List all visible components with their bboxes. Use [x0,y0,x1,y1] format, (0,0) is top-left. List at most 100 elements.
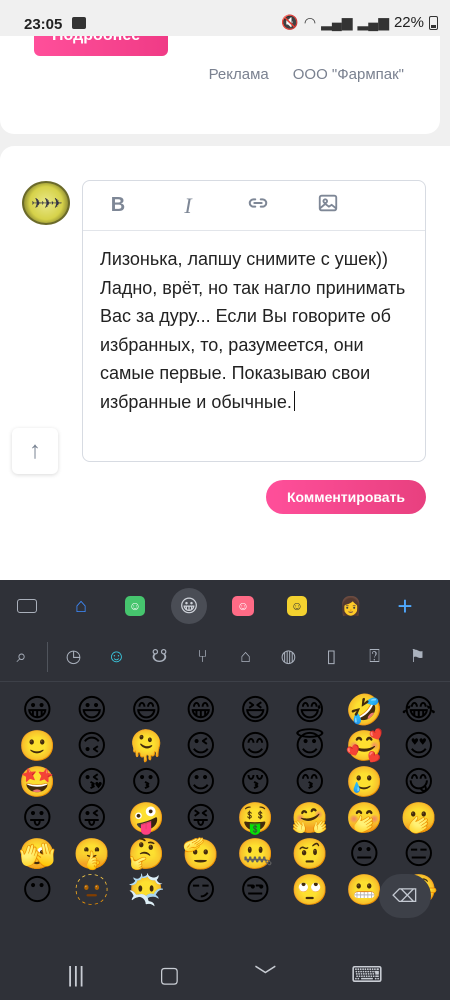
backspace-button[interactable]: ⌫ [379,874,431,918]
animals-icon[interactable]: ☋ [138,646,181,667]
keypad-button[interactable] [0,580,54,632]
sticker-tab-3[interactable]: ☺ [270,580,324,632]
emoji-key[interactable]: 🙃 [65,728,120,764]
emoji-key[interactable]: 🙂 [10,728,65,764]
emoji-key[interactable]: 🤔 [119,836,174,872]
emoji-key[interactable]: 🫡 [174,836,229,872]
emoji-key[interactable]: 😉 [174,728,229,764]
emoji-key[interactable]: 😐 [337,836,392,872]
emoji-key[interactable]: 🫥 [65,872,120,908]
editor-toolbar: B I [83,181,425,231]
emoji-key[interactable]: 🫣 [10,836,65,872]
smileys-icon[interactable]: ☺ [95,646,138,667]
emoji-key[interactable]: 🙄 [283,872,338,908]
emoji-key[interactable]: 😄 [119,692,174,728]
sticker-tab-4[interactable]: 👩 [324,580,378,632]
emoji-key[interactable]: 😀 [10,692,65,728]
emoji-key[interactable]: 😏 [174,872,229,908]
add-button[interactable]: + [378,580,432,632]
sticker-tab-2[interactable]: ☺ [216,580,270,632]
emoji-key[interactable]: 🥰 [337,728,392,764]
image-button[interactable] [293,192,363,220]
emoji-grid: 😀 😃 😄 😁 😆 😅 🤣 😂 🙂 🙃 🫠 😉 😊 😇 🥰 😍 🤩 😘 😗 ☺ 😚 😙 🥲 😋 😛 😜 🤪 😝 🤑 🤗 🤭 🫢 🫣 🤫 🤔 🫡 🤐 🤨 😐 😑… [10,692,450,908]
emoji-key[interactable]: 🤩 [10,764,65,800]
ad-card: Подробнее Реклама ООО "Фармпак" [0,36,440,134]
emoji-key[interactable]: 😑 [392,836,447,872]
emoji-key[interactable]: 😜 [65,800,120,836]
emoji-key[interactable]: 😶‍🌫️ [119,872,174,908]
link-button[interactable] [223,192,293,220]
recent-icon[interactable]: ◷ [52,646,95,667]
emoji-key[interactable]: 😒 [228,872,283,908]
scroll-to-top-button[interactable]: ↑ [12,428,58,474]
home-tab[interactable]: ⌂ [54,580,108,632]
search-icon[interactable]: ⌕ [0,646,43,667]
food-icon[interactable]: ⑂ [181,646,224,667]
emoji-key[interactable]: 🫠 [119,728,174,764]
italic-button[interactable]: I [153,193,223,219]
mute-icon: 🔇 [281,14,299,30]
emoji-key[interactable]: 🤫 [65,836,120,872]
emoji-key[interactable]: 🤐 [228,836,283,872]
emoji-key[interactable]: 🤭 [337,800,392,836]
battery-icon [429,15,438,30]
emoji-key[interactable]: ☺ [174,764,229,800]
emoji-key[interactable]: 😋 [392,764,447,800]
emoji-key[interactable]: 😛 [10,800,65,836]
sticker-icon: ☺ [125,596,145,616]
sticker-tab-1[interactable]: ☺ [108,580,162,632]
status-icons: 🔇 ◠ ▂▄▆ ▂▄▆ 22% [281,14,438,31]
emoji-key[interactable]: 😇 [283,728,338,764]
emoji-key[interactable]: 🤪 [119,800,174,836]
signal-icon: ▂▄▆ [321,14,353,30]
emoji-key[interactable]: 🤗 [283,800,338,836]
emoji-key[interactable]: 😍 [392,728,447,764]
emoji-key[interactable]: 😙 [283,764,338,800]
emoji-key[interactable]: 😊 [228,728,283,764]
emoji-keyboard: ⌂ ☺ 😀 ☺ ☺ 👩 + ⌕ ◷ ☺ ☋ ⑂ ⌂ ◍ ▯ ⍰ ⚑ 😀 😃 😄 😁 😆 😅… [0,580,450,1000]
gallery-icon [72,17,86,29]
text-caret [293,390,296,411]
symbols-icon[interactable]: ⍰ [353,646,396,667]
submit-comment-button[interactable]: Комментировать [266,480,426,514]
emoji-key[interactable]: 😚 [228,764,283,800]
recent-apps-button[interactable]: ||| [67,962,84,988]
ad-label[interactable]: Реклама [209,66,269,83]
comment-text-area[interactable]: Лизонька, лапшу снимите с ушек)) Ладно, … [100,245,411,417]
home-icon: ⌂ [74,594,88,617]
comment-editor[interactable]: B I Лизонька, лапшу снимите с ушек)) Лад… [82,180,426,462]
home-button[interactable]: ▢ [159,962,180,988]
status-time: 23:05 [24,16,63,33]
emoji-key[interactable]: 😗 [119,764,174,800]
ad-links: Реклама ООО "Фармпак" [209,66,404,83]
emoji-key[interactable]: 🤨 [283,836,338,872]
keyboard-top-row: ⌂ ☺ 😀 ☺ ☺ 👩 + [0,580,450,632]
details-button[interactable]: Подробнее [34,36,168,56]
emoji-key[interactable]: 😝 [174,800,229,836]
backspace-icon: ⌫ [392,885,418,906]
emoji-key[interactable]: 😂 [392,692,447,728]
activity-icon[interactable]: ◍ [267,646,310,667]
advertiser-link[interactable]: ООО "Фармпак" [293,66,404,83]
emoji-tab[interactable]: 😀 [162,580,216,632]
keyboard-switch-button[interactable]: ⌨ [351,962,383,988]
emoji-key[interactable]: 😁 [174,692,229,728]
emoji-key[interactable]: 🥲 [337,764,392,800]
navigation-bar: ||| ▢ ﹀ ⌨ [0,950,450,1000]
emoji-key[interactable]: 😅 [283,692,338,728]
emoji-key[interactable]: 🫢 [392,800,447,836]
emoji-key[interactable]: 😆 [228,692,283,728]
emoji-key[interactable]: 😘 [65,764,120,800]
flags-icon[interactable]: ⚑ [396,646,439,667]
battery-percent: 22% [393,14,424,31]
emoji-key[interactable]: 😃 [65,692,120,728]
emoji-key[interactable]: 🤣 [337,692,392,728]
emoji-key[interactable]: 😶 [10,872,65,908]
signal-icon-2: ▂▄▆ [357,14,389,30]
objects-icon[interactable]: ▯ [310,646,353,667]
bold-button[interactable]: B [83,194,153,217]
comment-card: ✈✈✈ B I Лизонька, лапшу снимите с ушек))… [0,146,450,580]
travel-icon[interactable]: ⌂ [224,646,267,667]
emoji-key[interactable]: 🤑 [228,800,283,836]
back-button[interactable]: ﹀ [254,959,276,991]
